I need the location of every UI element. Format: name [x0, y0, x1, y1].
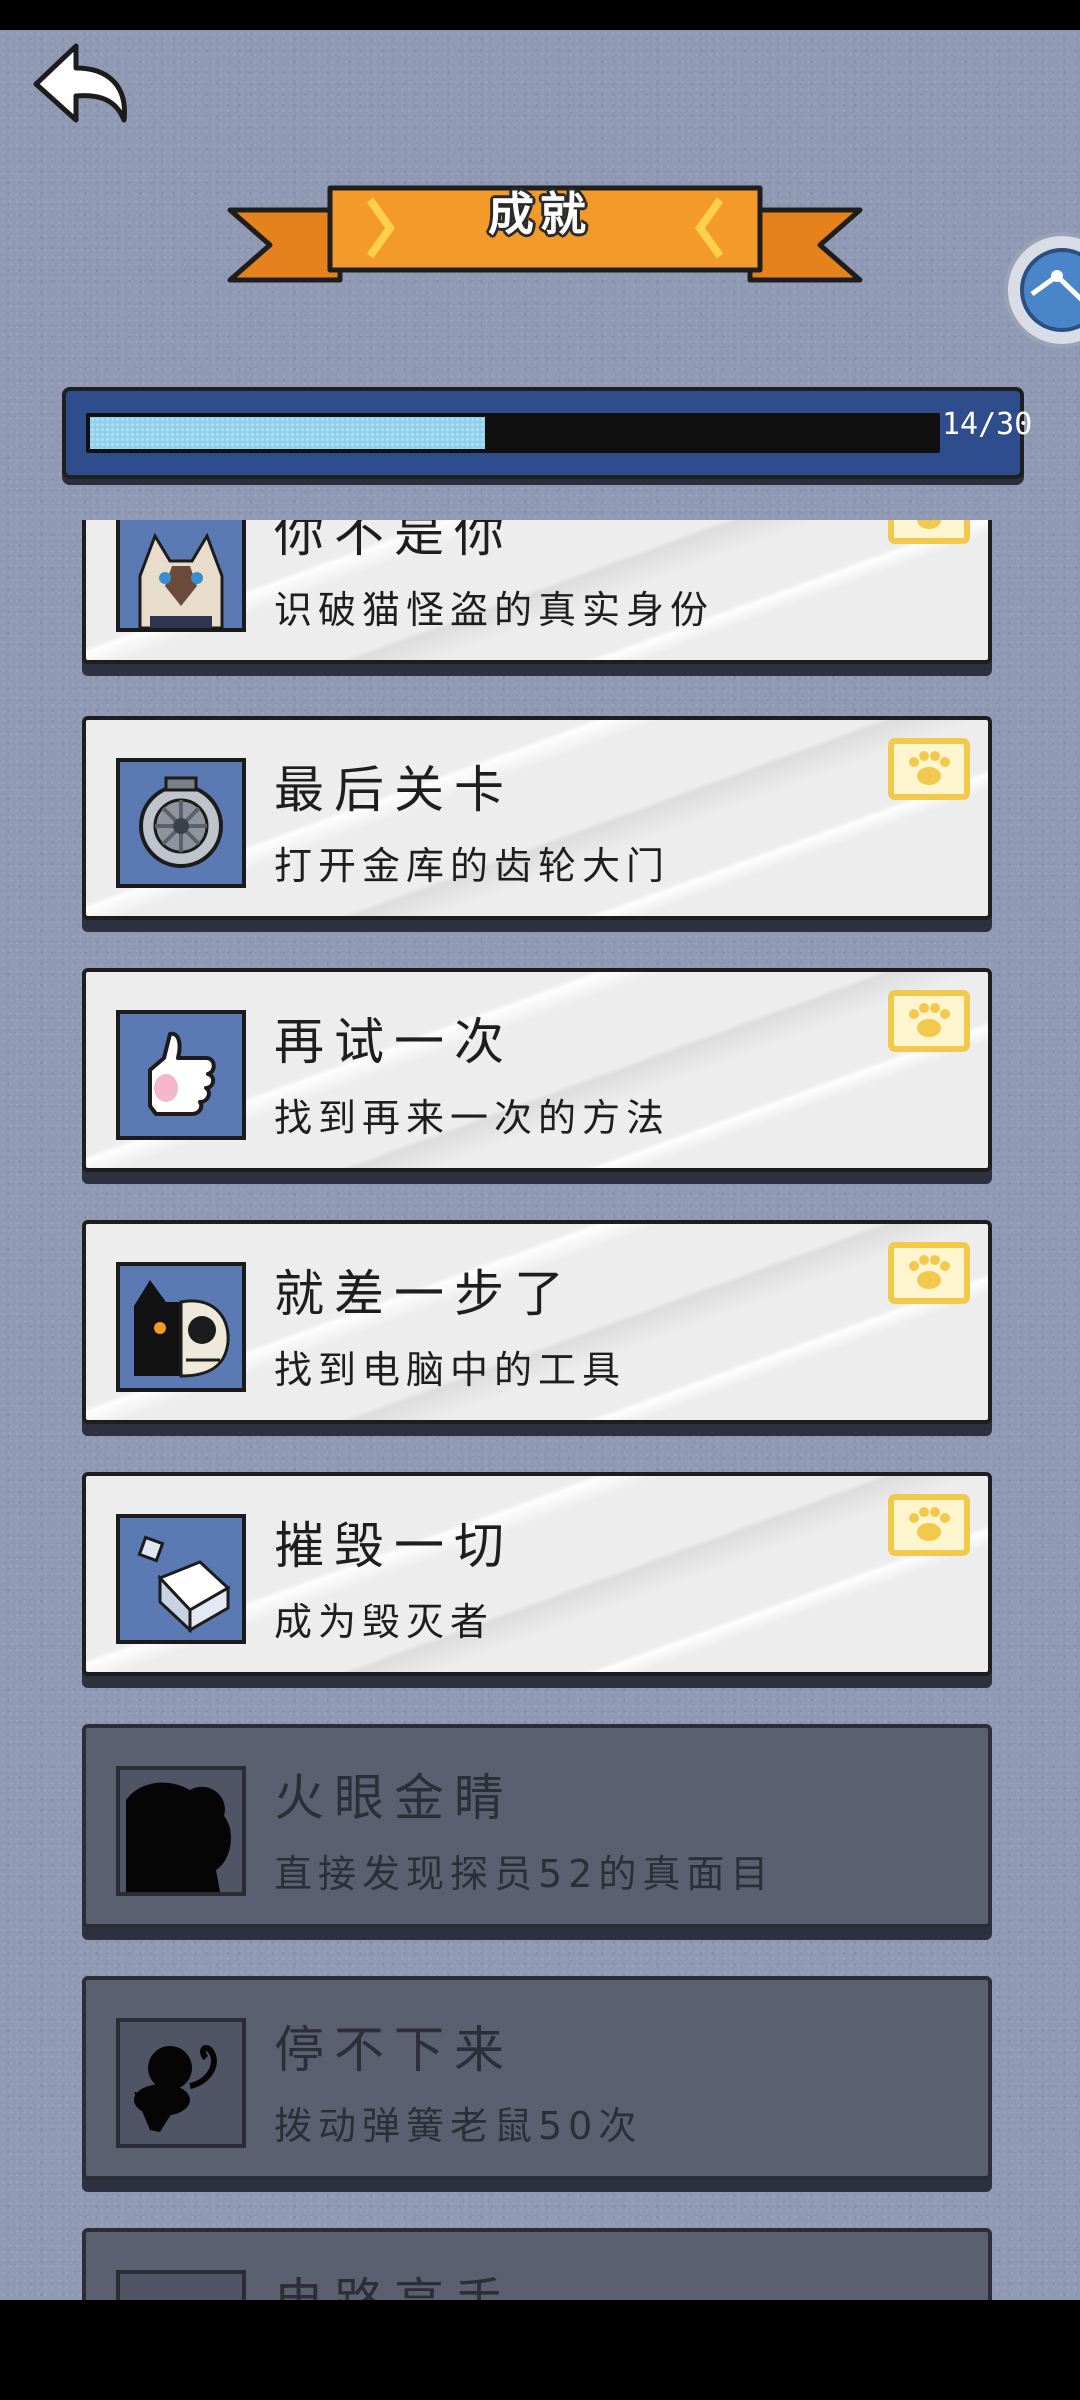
vault-gear-icon — [116, 758, 246, 888]
achievement-description: 直接发现探员52的真面目 — [274, 1852, 775, 1896]
paw-stamp-icon — [888, 1242, 970, 1304]
achievement-list[interactable]: 你不是你 识破猫怪盗的真实身份 最后关卡 打开金库的齿轮大门 再试一次 找到再来… — [0, 520, 1080, 2300]
progress-count: 14/30 — [942, 407, 1033, 442]
progress-track — [86, 413, 940, 453]
achievement-description: 找到再来一次的方法 — [274, 1096, 671, 1140]
silhouette-icon — [116, 1766, 246, 1896]
paw-stamp-icon — [888, 990, 970, 1052]
paw-stamp-icon — [888, 738, 970, 800]
cat-skull-icon — [116, 1262, 246, 1392]
back-arrow-icon[interactable] — [28, 36, 138, 136]
achievement-description: 找到电脑中的工具 — [274, 1348, 627, 1392]
silhouette-icon — [116, 2270, 246, 2300]
achievement-title: 就差一步了 — [274, 1265, 574, 1323]
achievement-card[interactable]: 再试一次 找到再来一次的方法 — [82, 968, 992, 1172]
cubes-icon — [116, 1514, 246, 1644]
achievement-title: 最后关卡 — [274, 761, 514, 819]
achievement-description: 成为毁灭者 — [274, 1600, 495, 1644]
achievement-title: 火眼金睛 — [274, 1769, 514, 1827]
achievement-description: 打开金库的齿轮大门 — [274, 844, 671, 888]
system-nav-bar — [0, 2300, 1080, 2400]
achievement-title: 你不是你 — [274, 520, 514, 563]
siamese-cat-icon — [116, 520, 246, 632]
achievement-card-locked[interactable]: 电路高手 — [82, 2228, 992, 2300]
achievement-card-locked[interactable]: 火眼金睛 直接发现探员52的真面目 — [82, 1724, 992, 1928]
achievements-screen: 成就 14/30 你不是你 识破猫怪盗的真实身份 最后关卡 打开金库的齿轮大门 … — [0, 30, 1080, 2300]
page-title: 成就 — [488, 187, 592, 241]
thumbs-up-icon — [116, 1010, 246, 1140]
achievement-title: 再试一次 — [274, 1013, 514, 1071]
achievement-card[interactable]: 摧毁一切 成为毁灭者 — [82, 1472, 992, 1676]
achievement-card[interactable]: 你不是你 识破猫怪盗的真实身份 — [82, 520, 992, 664]
achievement-title: 停不下来 — [274, 2021, 514, 2079]
achievement-card[interactable]: 最后关卡 打开金库的齿轮大门 — [82, 716, 992, 920]
achievement-title: 电路高手 — [274, 2262, 514, 2300]
mouse-silhouette-icon — [116, 2018, 246, 2148]
achievement-card[interactable]: 就差一步了 找到电脑中的工具 — [82, 1220, 992, 1424]
achievement-description: 识破猫怪盗的真实身份 — [274, 588, 715, 632]
paw-stamp-icon — [888, 520, 970, 544]
achievement-card-locked[interactable]: 停不下来 拨动弹簧老鼠50次 — [82, 1976, 992, 2180]
achievement-progress: 14/30 — [62, 387, 1033, 479]
progress-fill — [90, 417, 485, 449]
achievement-title: 摧毁一切 — [274, 1517, 514, 1575]
side-menu-button[interactable] — [1002, 230, 1080, 350]
paw-stamp-icon — [888, 1494, 970, 1556]
achievement-description: 拨动弹簧老鼠50次 — [274, 2104, 643, 2148]
